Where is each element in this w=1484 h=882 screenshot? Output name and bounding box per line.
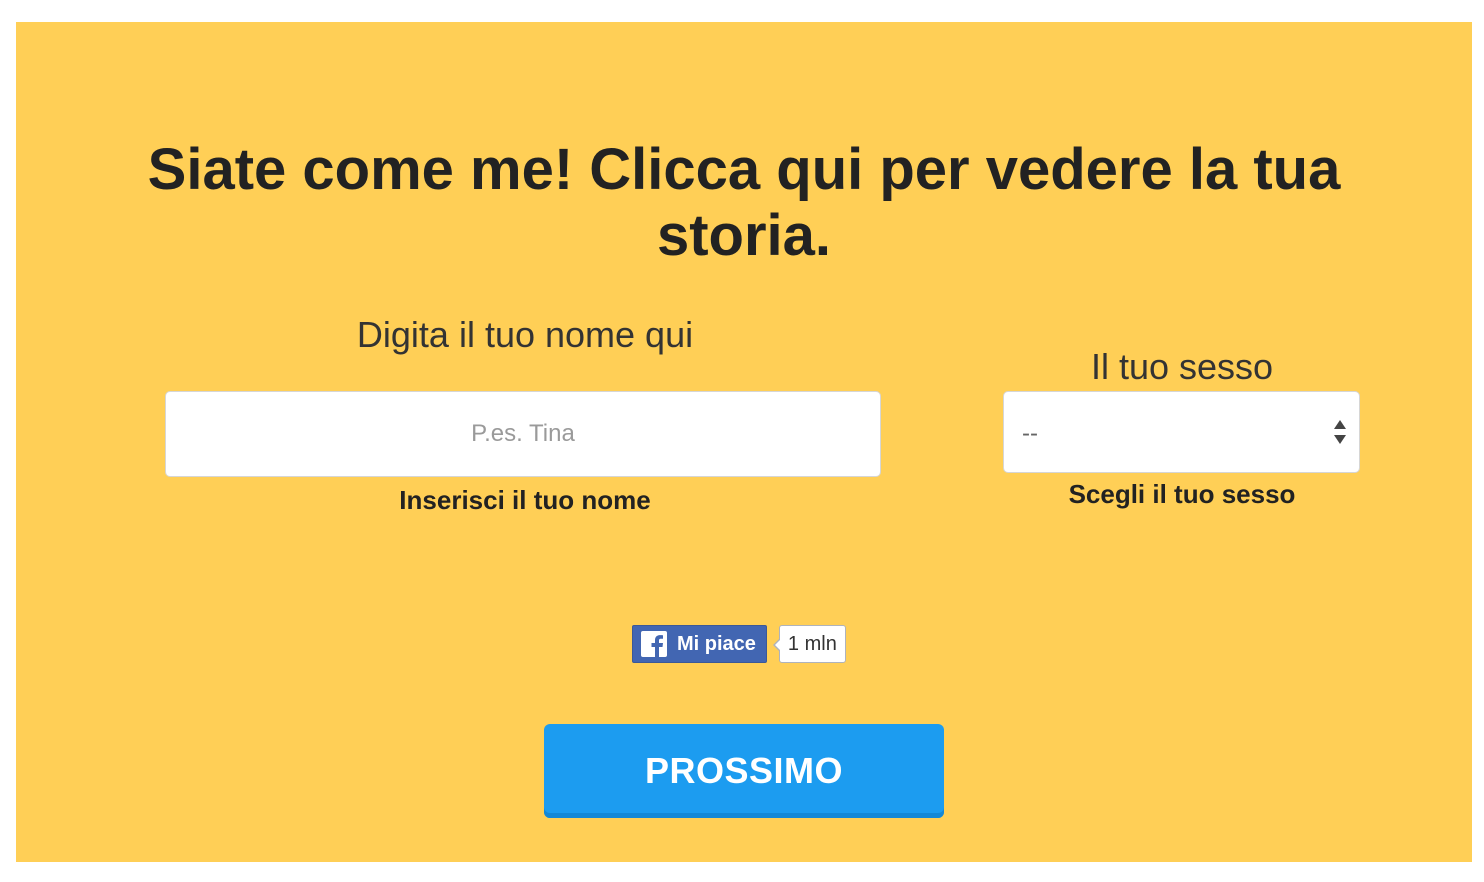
quiz-panel: Siate come me! Clicca qui per vedere la … <box>16 22 1472 862</box>
up-down-arrows-icon <box>1334 420 1346 444</box>
name-input[interactable] <box>165 391 881 477</box>
sex-select[interactable]: -- <box>1003 391 1360 473</box>
page-title: Siate come me! Clicca qui per vedere la … <box>147 137 1341 268</box>
facebook-like-widget: Mi piace 1 mln <box>632 625 846 663</box>
sex-hint: Scegli il tuo sesso <box>1068 479 1296 509</box>
facebook-f-icon <box>641 631 667 657</box>
sex-field-label: Il tuo sesso <box>1090 346 1274 387</box>
name-field-label: Digita il tuo nome qui <box>356 314 694 355</box>
next-button[interactable]: PROSSIMO <box>544 724 944 818</box>
facebook-like-button[interactable]: Mi piace <box>632 625 767 663</box>
sex-select-value: -- <box>1022 420 1038 447</box>
facebook-like-label: Mi piace <box>677 632 756 655</box>
name-hint: Inserisci il tuo nome <box>399 485 651 515</box>
page-frame: Siate come me! Clicca qui per vedere la … <box>0 0 1484 882</box>
facebook-like-count: 1 mln <box>772 625 846 663</box>
